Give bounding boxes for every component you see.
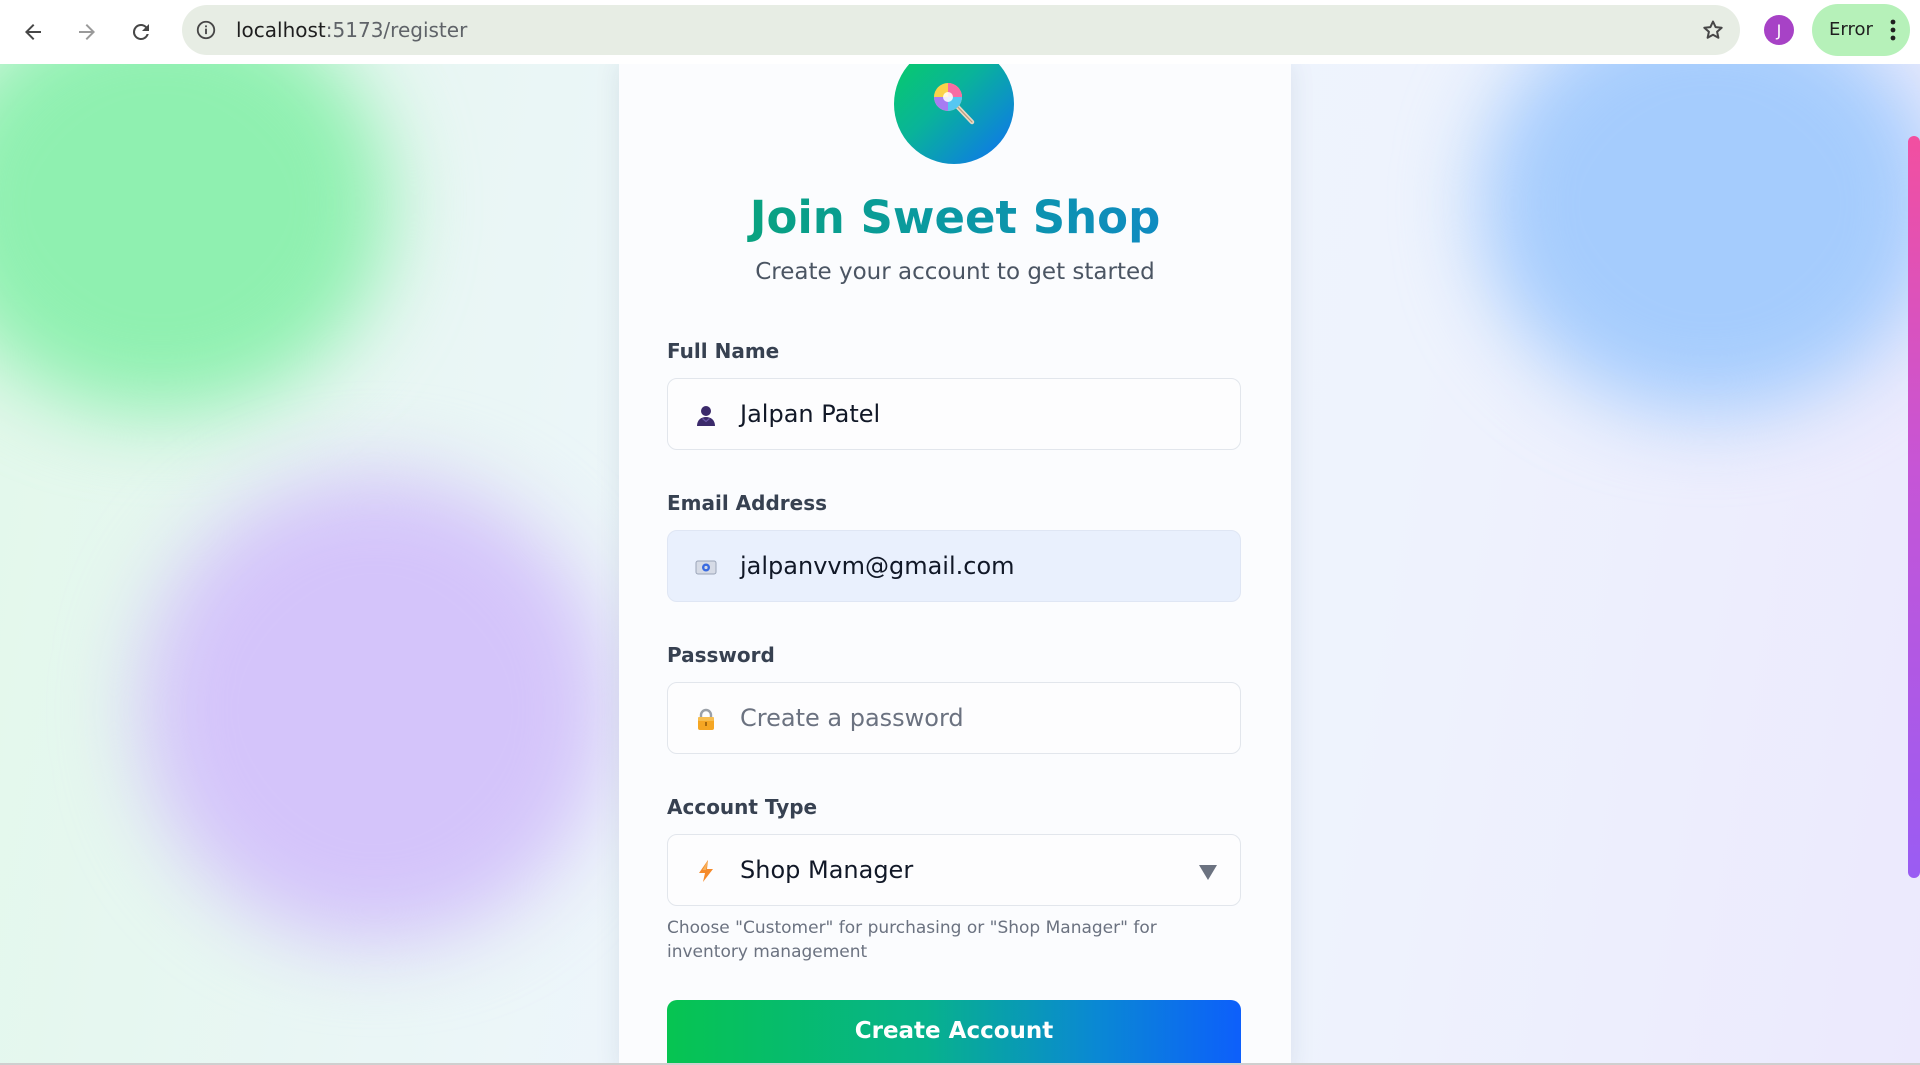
create-account-button[interactable]: Create Account — [667, 1000, 1241, 1065]
page-viewport: Join Sweet Shop Create your account to g… — [0, 64, 1920, 1065]
reload-button[interactable] — [121, 12, 161, 52]
password-input[interactable]: Create a password — [667, 682, 1241, 754]
email-input[interactable]: jalpanvvm@gmail.com — [667, 530, 1241, 602]
forward-arrow-icon — [79, 24, 95, 40]
full-name-label: Full Name — [667, 339, 780, 363]
profile-initial: J — [1776, 20, 1782, 40]
email-card-icon — [694, 555, 718, 579]
page-subtitle: Create your account to get started — [755, 259, 1155, 285]
site-info-icon[interactable] — [194, 18, 218, 42]
profile-avatar[interactable]: J — [1764, 15, 1794, 45]
back-arrow-icon — [25, 24, 41, 40]
reload-icon — [132, 23, 149, 40]
account-type-value: Shop Manager — [740, 856, 914, 884]
lollipop-icon — [934, 83, 975, 125]
decorative-blob-green — [0, 64, 390, 414]
scrollbar-thumb[interactable] — [1908, 136, 1920, 878]
email-label: Email Address — [667, 491, 828, 515]
account-type-label: Account Type — [667, 795, 818, 819]
account-type-select[interactable]: Shop Manager — [667, 834, 1241, 906]
address-bar[interactable]: localhost:5173/register — [182, 5, 1740, 55]
forward-button[interactable] — [67, 12, 107, 52]
url-path: :5173/register — [325, 18, 468, 42]
password-placeholder: Create a password — [740, 704, 964, 732]
user-icon — [694, 403, 718, 427]
decorative-blob-blue — [1480, 64, 1920, 414]
decorative-blob-purple — [140, 474, 610, 944]
back-button[interactable] — [13, 12, 53, 52]
chevron-down-icon — [1199, 865, 1217, 880]
lightning-icon — [694, 859, 718, 883]
register-card: Join Sweet Shop Create your account to g… — [619, 64, 1291, 1065]
url-host: localhost — [236, 18, 326, 42]
full-name-input[interactable]: Jalpan Patel — [667, 378, 1241, 450]
bookmark-star-icon[interactable] — [1700, 17, 1726, 43]
logo-badge — [894, 64, 1014, 164]
create-account-label: Create Account — [854, 1018, 1054, 1044]
page-title: Join Sweet Shop — [619, 188, 1291, 248]
browser-toolbar: localhost:5173/register J Error — [0, 0, 1920, 64]
account-type-hint: Choose "Customer" for purchasing or "Sho… — [667, 918, 1157, 962]
password-label: Password — [667, 643, 775, 667]
full-name-value: Jalpan Patel — [740, 400, 881, 428]
lock-icon — [694, 707, 718, 731]
browser-error-chip[interactable]: Error — [1812, 4, 1910, 56]
email-value: jalpanvvm@gmail.com — [740, 552, 1015, 580]
url-text: localhost:5173/register — [236, 5, 467, 55]
error-label: Error — [1829, 19, 1873, 40]
more-vert-icon[interactable] — [1890, 19, 1896, 41]
